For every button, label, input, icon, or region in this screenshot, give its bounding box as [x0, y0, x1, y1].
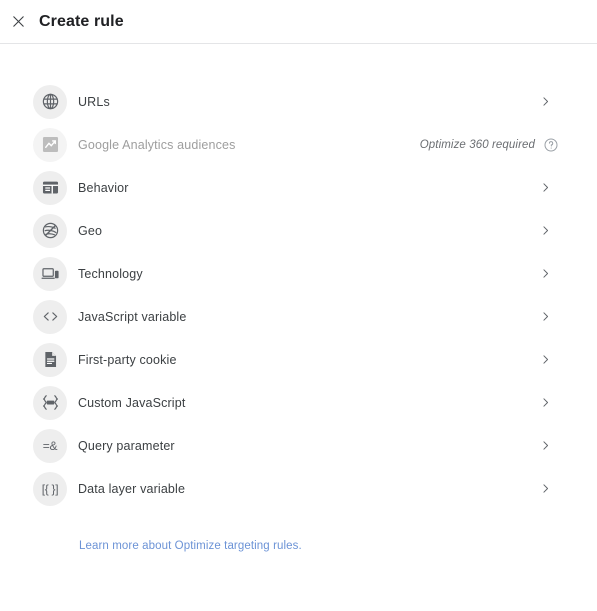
- data-layer-icon-glyph: [{ }]: [41, 481, 59, 496]
- rule-row-label: JavaScript variable: [78, 309, 187, 324]
- query-param-icon: =&: [33, 428, 67, 463]
- rule-row-technology[interactable]: Technology: [0, 252, 597, 295]
- rule-row-label: First-party cookie: [78, 352, 177, 367]
- rule-row-js-variable[interactable]: JavaScript variable: [0, 295, 597, 338]
- chevron-right-icon[interactable]: [540, 265, 552, 283]
- rule-row-custom-javascript[interactable]: Custom JavaScript: [0, 381, 597, 424]
- code-brackets-icon: [33, 299, 67, 334]
- help-icon[interactable]: [543, 137, 559, 153]
- web-layout-icon: [33, 170, 67, 205]
- dialog-header: Create rule: [0, 0, 597, 44]
- custom-code-icon: [33, 385, 67, 420]
- page-title: Create rule: [39, 12, 124, 30]
- chevron-right-icon[interactable]: [540, 308, 552, 326]
- create-rule-dialog: Create rule URLs Google Analytics audienc…: [0, 0, 597, 611]
- rule-row-first-party-cookie[interactable]: First-party cookie: [0, 338, 597, 381]
- rule-row-data-layer-variable[interactable]: [{ }] Data layer variable: [0, 467, 597, 510]
- rule-row-label: Query parameter: [78, 438, 175, 453]
- geo-globe-icon: [33, 213, 67, 248]
- chevron-right-icon[interactable]: [540, 480, 552, 498]
- chevron-right-icon[interactable]: [540, 351, 552, 369]
- rule-row-query-parameter[interactable]: =& Query parameter: [0, 424, 597, 467]
- chevron-right-icon[interactable]: [540, 93, 552, 111]
- rule-row-behavior[interactable]: Behavior: [0, 166, 597, 209]
- chevron-right-icon[interactable]: [540, 222, 552, 240]
- chevron-right-icon[interactable]: [540, 437, 552, 455]
- rule-row-label: Behavior: [78, 180, 129, 195]
- rule-row-label: Data layer variable: [78, 481, 186, 496]
- rule-row-label: Google Analytics audiences: [78, 137, 236, 152]
- rule-row-ga-audiences: Google Analytics audiences Optimize 360 r…: [0, 123, 597, 166]
- rule-row-urls[interactable]: URLs: [0, 80, 597, 123]
- devices-icon: [33, 256, 67, 291]
- query-param-icon-glyph: =&: [42, 438, 58, 453]
- chevron-right-icon[interactable]: [540, 179, 552, 197]
- rule-row-requirement-note: Optimize 360 required: [419, 138, 535, 151]
- globe-grid-icon: [33, 84, 67, 119]
- document-icon: [33, 342, 67, 377]
- close-icon[interactable]: [6, 10, 30, 34]
- rule-row-label: Geo: [78, 223, 103, 238]
- chevron-right-icon[interactable]: [540, 394, 552, 412]
- rule-row-label: URLs: [78, 94, 110, 109]
- rule-row-geo[interactable]: Geo: [0, 209, 597, 252]
- rule-row-label: Custom JavaScript: [78, 395, 186, 410]
- rule-type-list: URLs Google Analytics audiences Optimize 3…: [0, 44, 597, 510]
- dialog-footer: Learn more about Optimize targeting rule…: [0, 510, 597, 554]
- data-layer-icon: [{ }]: [33, 471, 67, 506]
- analytics-trend-icon: [33, 127, 67, 162]
- rule-row-label: Technology: [78, 266, 143, 281]
- learn-more-link[interactable]: Learn more about Optimize targeting rule…: [79, 540, 302, 552]
